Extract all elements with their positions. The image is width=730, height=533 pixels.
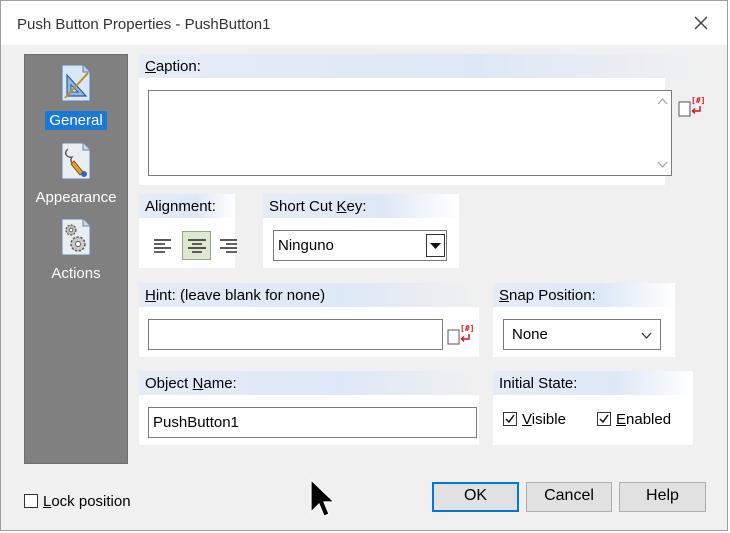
hint-group: Hint: (leave blank for none) [#] [139,283,479,357]
title-bar: Push Button Properties - PushButton1 [1,1,727,45]
mouse-cursor-icon [310,478,335,517]
push-button-properties-dialog: Push Button Properties - PushButton1 Gen… [0,0,728,531]
close-icon [694,16,708,30]
hint-label: Hint: (leave blank for none) [139,283,479,307]
snap-position-label: Snap Position: [493,283,675,307]
shortcut-key-label: Short Cut Key: [263,194,459,218]
alignment-label: Alignment: [139,194,235,218]
alignment-group: Alignment: [139,194,237,268]
snap-position-select[interactable]: None [503,319,661,350]
caption-label: Caption: [139,54,707,78]
sidebar-item-label: General [45,111,107,130]
visible-label: Visible [522,411,566,428]
enabled-checkbox[interactable]: Enabled [597,411,687,429]
sidebar-item-actions[interactable]: Actions [25,217,127,283]
shortcut-key-select[interactable]: Ninguno [273,230,447,261]
hint-input[interactable] [148,319,443,350]
window-title: Push Button Properties - PushButton1 [17,16,271,33]
checkmark-icon [505,414,515,424]
caption-scrollbar[interactable] [654,91,671,175]
scroll-up-icon[interactable] [657,97,668,105]
align-right-icon [220,239,237,253]
checkbox-box[interactable] [503,412,517,426]
initial-state-group: Initial State: Visible Enabled [493,371,693,445]
caption-group: Caption: [#] [139,54,707,185]
sidebar-item-label: Actions [51,265,101,282]
initial-state-label: Initial State: [493,371,693,395]
svg-text:[#]: [#] [691,96,704,105]
lock-position-checkbox[interactable]: Lock position [24,493,154,511]
gears-icon [61,218,91,256]
snap-position-group: Snap Position: None [493,283,675,357]
caption-textarea[interactable] [148,90,672,176]
insert-field-icon[interactable]: [#] [678,94,704,118]
sidebar-item-general[interactable]: General [25,63,127,133]
dropdown-button[interactable] [426,234,445,257]
chevron-down-icon [430,243,441,249]
checkmark-icon [599,414,609,424]
chevron-down-icon[interactable] [641,332,652,339]
paint-brush-icon [61,142,91,180]
scroll-down-icon[interactable] [657,161,668,169]
align-center-icon [188,239,206,253]
ok-button[interactable]: OK [432,482,519,512]
object-name-input[interactable]: PushButton1 [148,407,477,438]
align-left-button[interactable] [151,234,175,258]
svg-text:[#]: [#] [460,324,473,333]
align-left-icon [154,239,171,253]
enabled-label: Enabled [616,411,672,428]
object-name-label: Object Name: [139,371,479,395]
visible-checkbox[interactable]: Visible [503,411,583,429]
shortcut-key-group: Short Cut Key: Ninguno [263,194,459,268]
object-name-group: Object Name: PushButton1 [139,371,479,445]
insert-field-icon[interactable]: [#] [447,322,473,346]
align-right-button[interactable] [217,234,241,258]
cancel-button[interactable]: Cancel [526,482,612,512]
lock-position-label: Lock position [43,493,131,510]
category-sidebar: General Appearance Actions [24,54,128,464]
checkbox-box[interactable] [597,412,611,426]
help-button[interactable]: Help [619,482,706,512]
align-center-button[interactable] [182,231,211,260]
drafting-triangle-icon [61,64,91,102]
sidebar-item-label: Appearance [35,189,117,206]
sidebar-item-appearance[interactable]: Appearance [25,141,127,207]
close-button[interactable] [689,11,713,35]
checkbox-box[interactable] [24,494,38,508]
